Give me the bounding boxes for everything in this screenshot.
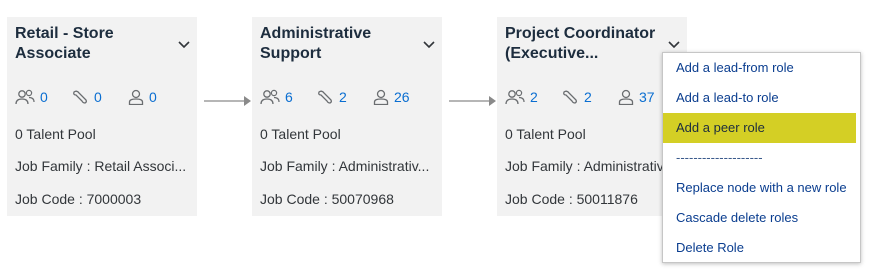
- role-stats: 6 2 26: [260, 87, 445, 107]
- skills-stat: 2: [561, 87, 592, 107]
- reports-stat: 2: [505, 87, 538, 107]
- talent-pool: 0 Talent Pool: [260, 126, 341, 142]
- person-icon: [618, 89, 634, 105]
- group-icon: [505, 89, 525, 105]
- skills-count[interactable]: 2: [339, 87, 347, 107]
- wrench-icon: [73, 90, 87, 104]
- people-count[interactable]: 26: [394, 87, 410, 107]
- menu-item-delete-role[interactable]: Delete Role: [663, 233, 860, 263]
- job-family: Job Family : Administrative: [505, 158, 672, 174]
- job-family: Job Family : Retail Associ...: [15, 158, 187, 174]
- reports-count[interactable]: 2: [530, 87, 538, 107]
- people-stat: 26: [373, 87, 410, 107]
- menu-item-cascade-delete-roles[interactable]: Cascade delete roles: [663, 203, 860, 233]
- reports-stat: 6: [260, 87, 293, 107]
- group-icon: [15, 89, 35, 105]
- menu-item-add-lead-to-role[interactable]: Add a lead-to role: [663, 83, 860, 113]
- skills-stat: 2: [316, 87, 347, 107]
- role-title: Project Coordinator (Executive...: [505, 25, 656, 62]
- role-card-project-coordinator[interactable]: Project Coordinator (Executive... 2 2 37…: [497, 17, 687, 216]
- group-icon: [260, 89, 280, 105]
- arrow-right-icon: [204, 96, 251, 106]
- skills-stat: 0: [71, 87, 102, 107]
- talent-pool: 0 Talent Pool: [505, 126, 586, 142]
- menu-item-add-peer-role[interactable]: Add a peer role: [663, 113, 856, 143]
- role-card-retail-store-associate[interactable]: Retail - Store Associate 0 0 0 0 Talent …: [7, 17, 197, 216]
- people-stat: 37: [618, 87, 655, 107]
- role-title: Retail - Store Associate: [15, 25, 114, 62]
- job-family: Job Family : Administrativ...: [260, 158, 430, 174]
- menu-item-replace-node[interactable]: Replace node with a new role: [663, 173, 860, 203]
- reports-stat: 0: [15, 87, 48, 107]
- job-code: Job Code : 50011876: [505, 191, 638, 207]
- chevron-down-icon[interactable]: [177, 39, 191, 49]
- wrench-icon: [318, 90, 332, 104]
- chevron-down-icon[interactable]: [667, 39, 681, 49]
- arrow-right-icon: [449, 96, 496, 106]
- people-stat: 0: [128, 87, 157, 107]
- skills-count[interactable]: 2: [584, 87, 592, 107]
- role-title: Administrative Support: [260, 25, 372, 62]
- menu-separator: --------------------: [676, 150, 763, 165]
- reports-count[interactable]: 0: [40, 87, 48, 107]
- chevron-down-icon[interactable]: [422, 39, 436, 49]
- menu-item-add-lead-from-role[interactable]: Add a lead-from role: [663, 53, 860, 83]
- job-code: Job Code : 50070968: [260, 191, 394, 207]
- job-code: Job Code : 7000003: [15, 191, 142, 207]
- person-icon: [128, 89, 144, 105]
- reports-count[interactable]: 6: [285, 87, 293, 107]
- people-count[interactable]: 0: [149, 87, 157, 107]
- talent-pool: 0 Talent Pool: [15, 126, 96, 142]
- role-stats: 0 0 0: [15, 87, 200, 107]
- skills-count[interactable]: 0: [94, 87, 102, 107]
- wrench-icon: [563, 90, 577, 104]
- role-actions-menu: Add a lead-from role Add a lead-to role …: [662, 52, 861, 263]
- person-icon: [373, 89, 389, 105]
- people-count[interactable]: 37: [639, 87, 655, 107]
- role-card-administrative-support[interactable]: Administrative Support 6 2 26 0 Talent P…: [252, 17, 442, 216]
